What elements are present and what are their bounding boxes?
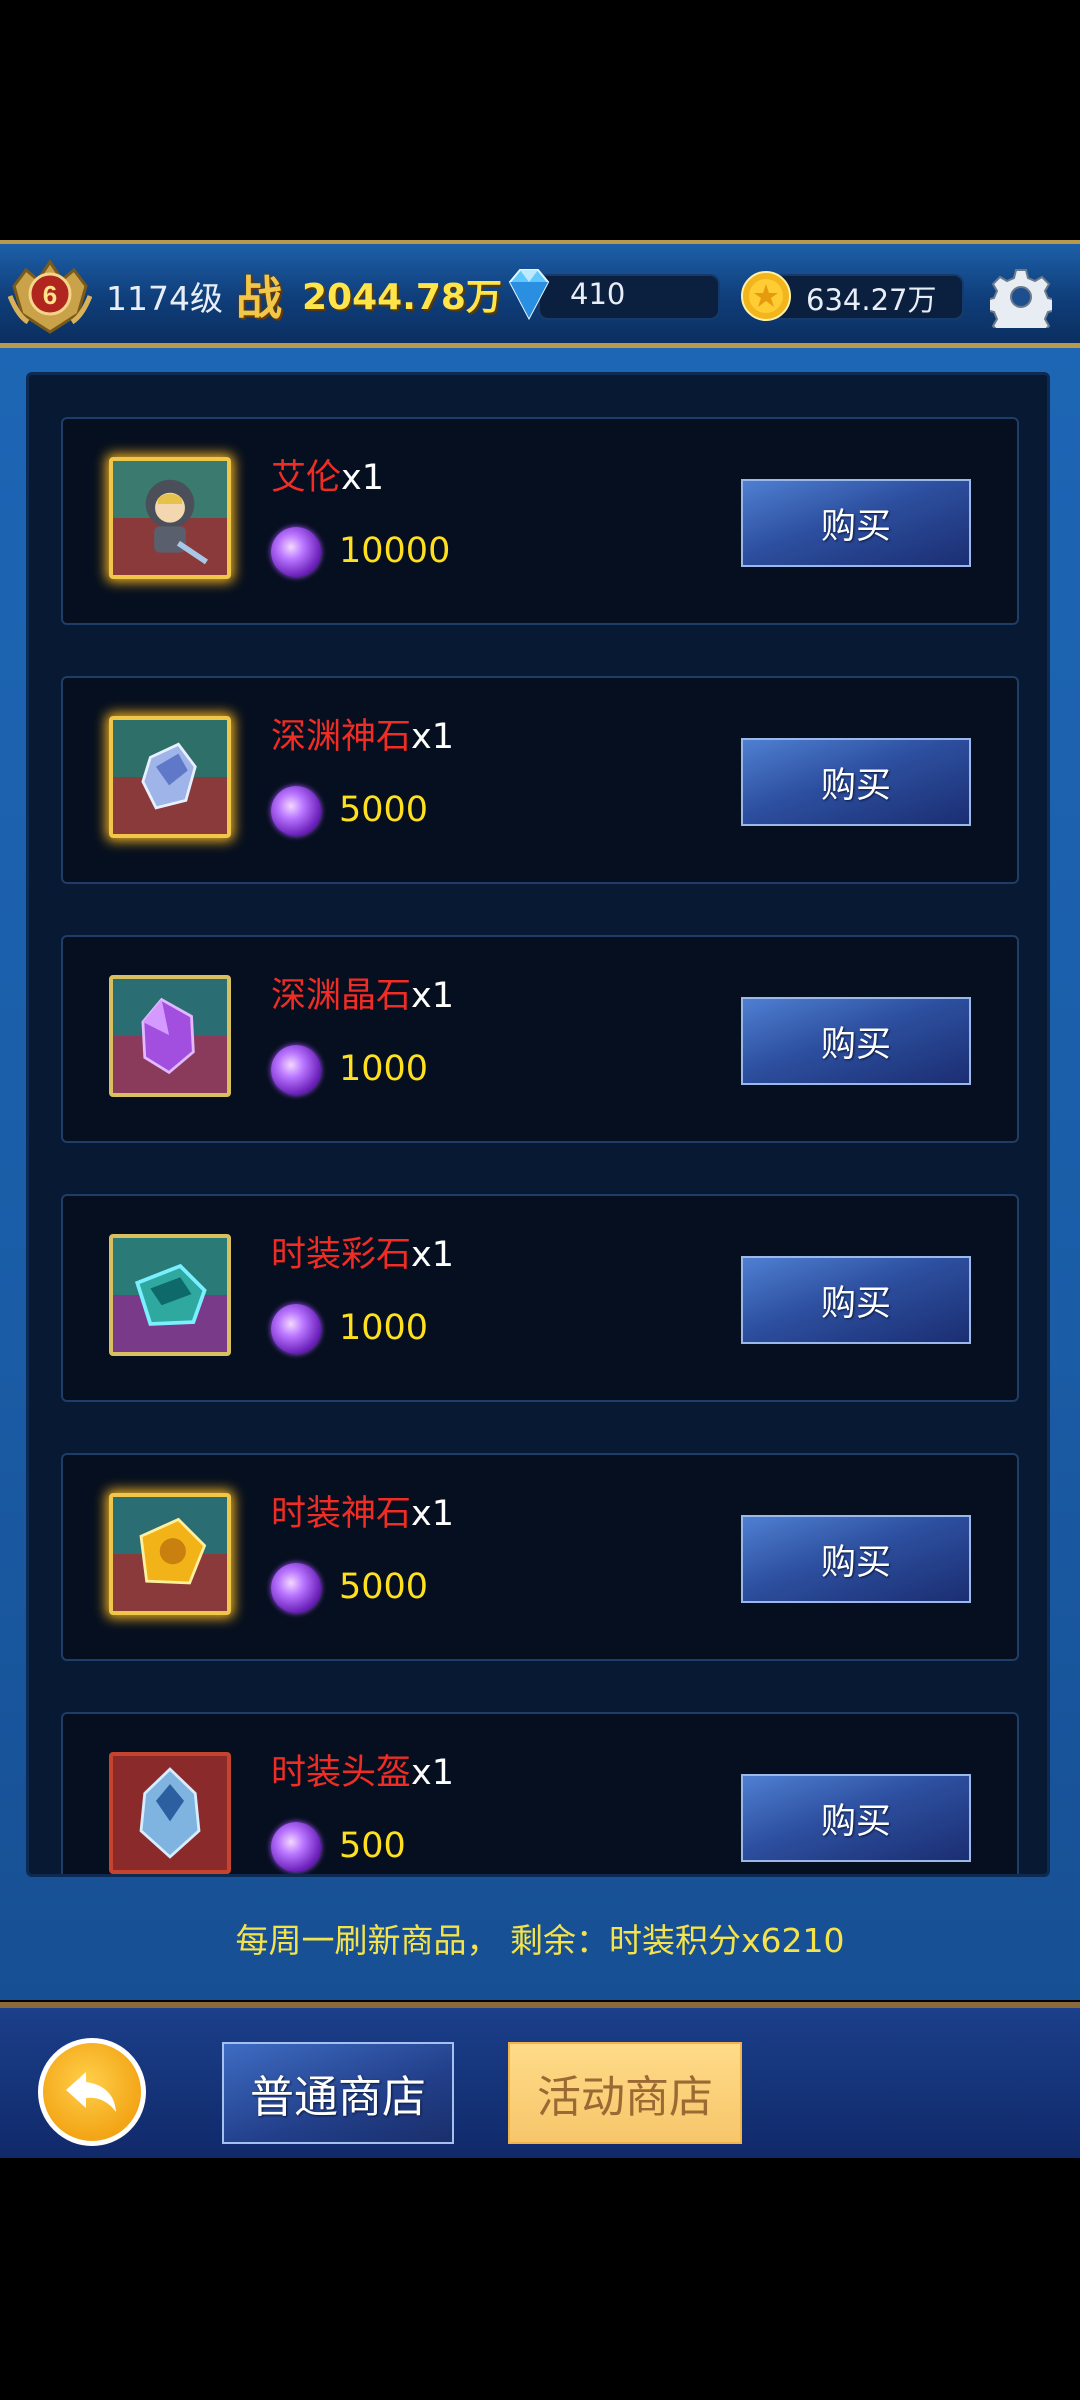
item-price: 5000 bbox=[339, 1567, 429, 1607]
item-price: 5000 bbox=[339, 790, 429, 830]
fashion-point-orb-icon bbox=[271, 1045, 321, 1095]
fashion-point-orb-icon bbox=[271, 786, 321, 836]
shop-item-list[interactable]: 艾伦x1 10000 购买 深渊神石x1 5000 购买 深渊晶石x1 1000… bbox=[26, 372, 1050, 1877]
item-price: 10000 bbox=[339, 531, 451, 571]
shop-item-row: 时装彩石x1 1000 购买 bbox=[61, 1194, 1019, 1402]
refresh-note: 每周一刷新商品， 剩余：时装积分x6210 bbox=[235, 1921, 845, 1960]
item-name: 艾伦x1 bbox=[271, 458, 384, 498]
buy-button[interactable]: 购买 bbox=[741, 738, 971, 826]
buy-button[interactable]: 购买 bbox=[741, 1774, 971, 1862]
item-name: 深渊神石x1 bbox=[271, 717, 454, 757]
gold-coin-icon bbox=[741, 271, 791, 321]
item-name: 时装彩石x1 bbox=[271, 1235, 454, 1275]
hooded-hero-icon bbox=[109, 457, 231, 579]
shop-item-row: 艾伦x1 10000 购买 bbox=[61, 417, 1019, 625]
item-name: 时装头盔x1 bbox=[271, 1753, 454, 1793]
buy-button[interactable]: 购买 bbox=[741, 479, 971, 567]
item-price: 1000 bbox=[339, 1049, 429, 1089]
buy-button[interactable]: 购买 bbox=[741, 1256, 971, 1344]
fashion-point-orb-icon bbox=[271, 1304, 321, 1354]
back-arrow-icon bbox=[66, 2072, 116, 2112]
bottom-nav-bar: 普通商店 活动商店 bbox=[0, 2002, 1080, 2158]
shop-item-row: 深渊晶石x1 1000 购买 bbox=[61, 935, 1019, 1143]
settings-gear-icon[interactable] bbox=[990, 266, 1052, 328]
diamond-icon bbox=[508, 269, 550, 321]
shop-item-row: 时装头盔x1 500 购买 bbox=[61, 1712, 1019, 1874]
abyss-divine-stone-icon bbox=[109, 716, 231, 838]
combat-power-value: 2044.78万 bbox=[302, 277, 502, 318]
rank-level-text: 6 bbox=[43, 280, 57, 310]
shop-item-row: 深渊神石x1 5000 购买 bbox=[61, 676, 1019, 884]
abyss-crystal-icon bbox=[109, 975, 231, 1097]
tab-normal-shop[interactable]: 普通商店 bbox=[222, 2042, 454, 2144]
fashion-point-orb-icon bbox=[271, 1822, 321, 1872]
item-name: 时装神石x1 bbox=[271, 1494, 454, 1534]
shop-item-row: 时装神石x1 5000 购买 bbox=[61, 1453, 1019, 1661]
fashion-point-orb-icon bbox=[271, 527, 321, 577]
diamond-counter[interactable] bbox=[538, 274, 720, 320]
back-button[interactable] bbox=[38, 2038, 146, 2146]
item-name: 深渊晶石x1 bbox=[271, 976, 454, 1016]
combat-power-icon: 战 bbox=[236, 271, 282, 325]
item-price: 500 bbox=[339, 1826, 406, 1866]
diamond-amount: 410 bbox=[570, 277, 626, 311]
item-price: 1000 bbox=[339, 1308, 429, 1348]
top-status-bar: 6 1174级 战 2044.78万 410 634.27万 bbox=[0, 240, 1080, 348]
buy-button[interactable]: 购买 bbox=[741, 1515, 971, 1603]
tab-event-shop[interactable]: 活动商店 bbox=[508, 2042, 742, 2144]
rank-badge[interactable]: 6 bbox=[7, 256, 93, 336]
gold-amount: 634.27万 bbox=[806, 283, 937, 317]
fashion-point-orb-icon bbox=[271, 1563, 321, 1613]
player-level: 1174级 bbox=[106, 279, 223, 318]
fashion-color-stone-icon bbox=[109, 1234, 231, 1356]
fashion-divine-stone-icon bbox=[109, 1493, 231, 1615]
fashion-helmet-icon bbox=[109, 1752, 231, 1874]
buy-button[interactable]: 购买 bbox=[741, 997, 971, 1085]
